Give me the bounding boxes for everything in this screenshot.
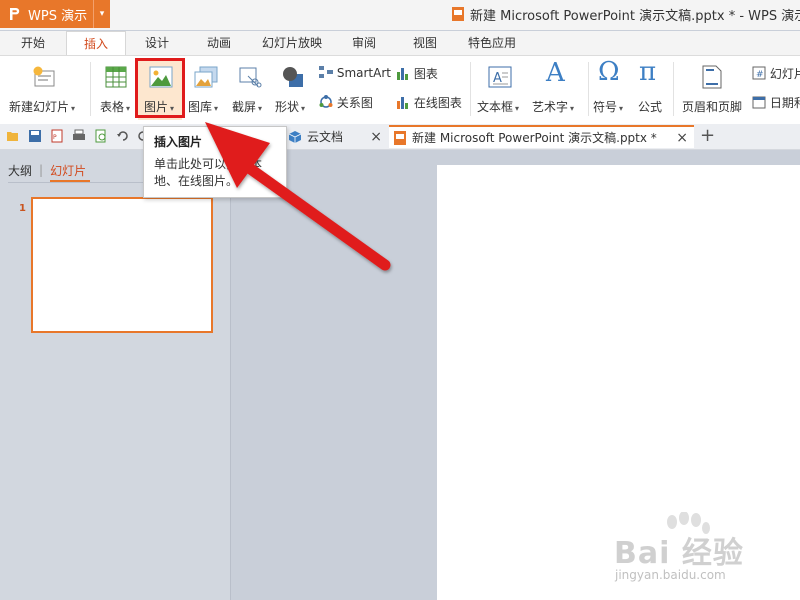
annotation-arrow-icon: [205, 122, 391, 271]
